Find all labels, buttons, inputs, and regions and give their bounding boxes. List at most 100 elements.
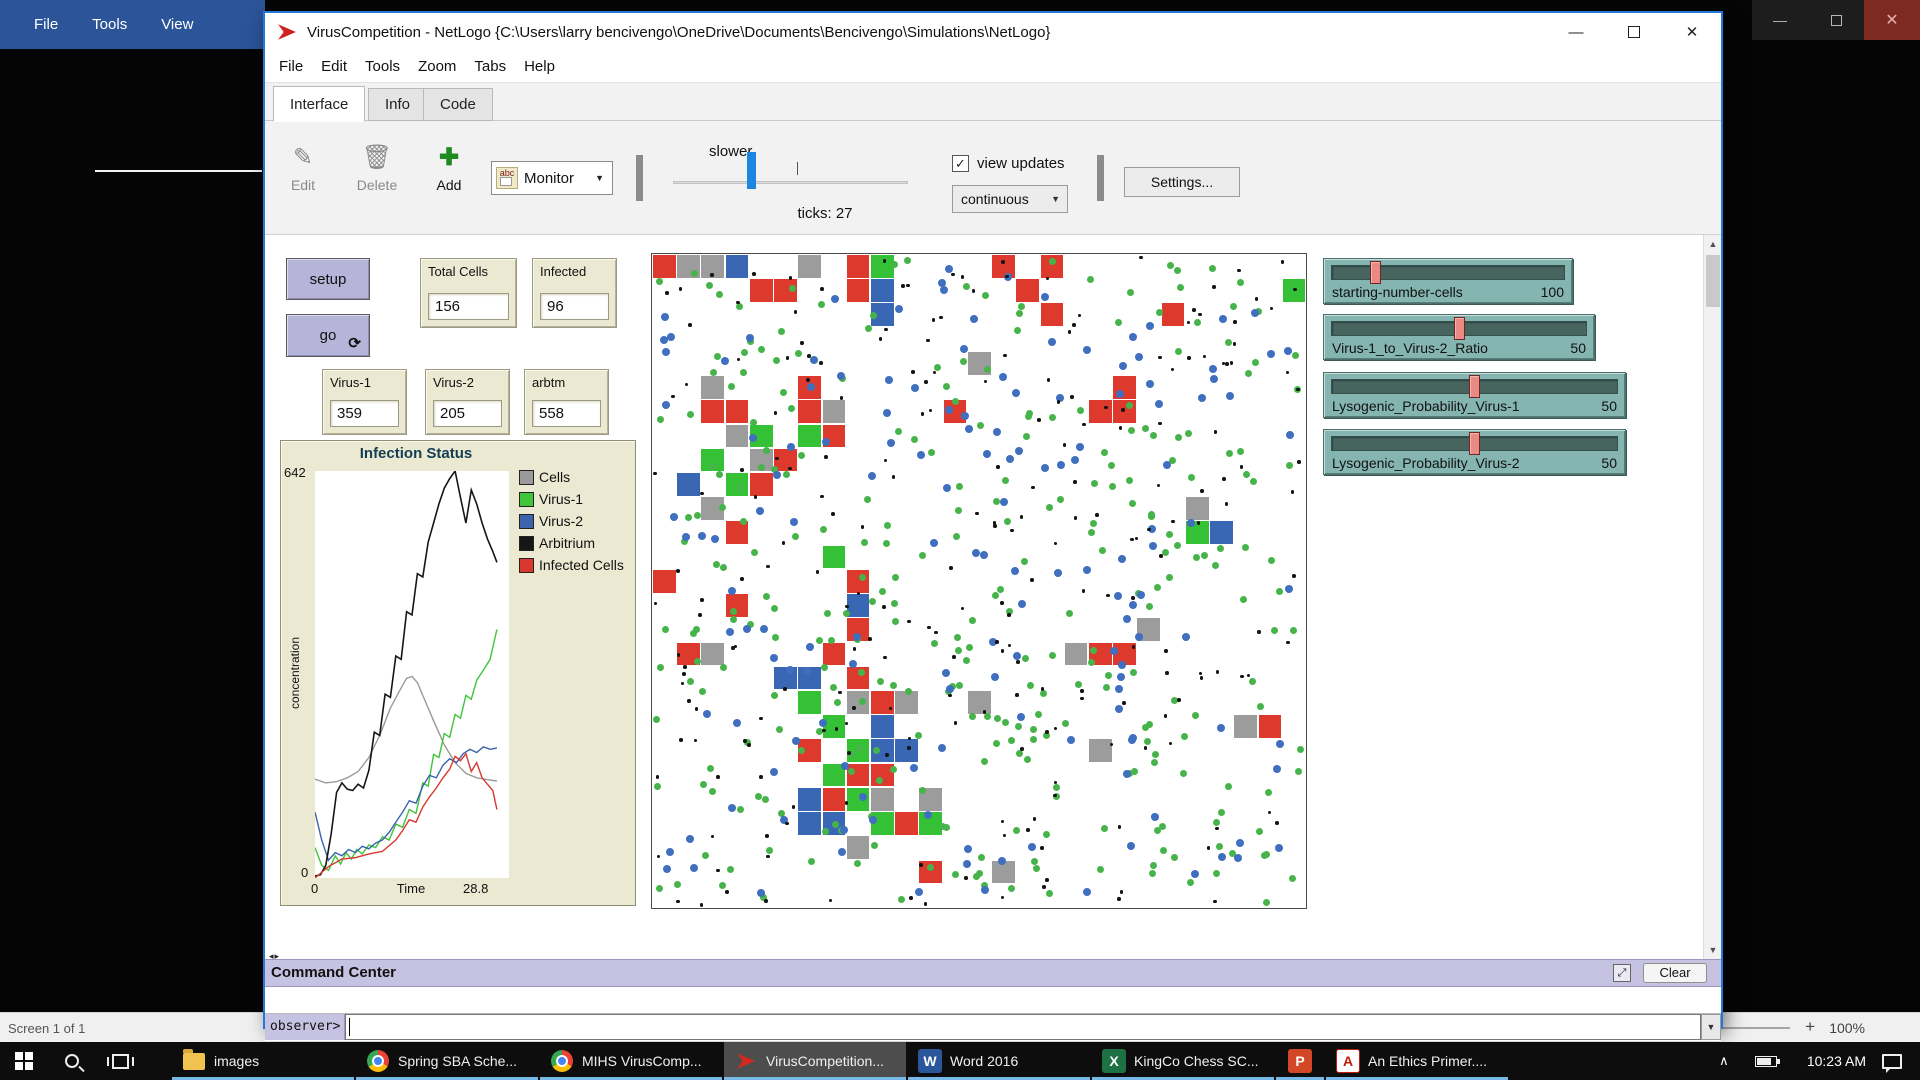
green-agent-dot: [1218, 809, 1225, 816]
blue-agent-dot: [1267, 350, 1275, 358]
background-menu-tools[interactable]: Tools: [92, 16, 127, 33]
menu-file[interactable]: File: [279, 58, 303, 75]
green-agent-dot: [981, 758, 988, 765]
scroll-up-arrow[interactable]: ▲: [1704, 235, 1722, 253]
taskbar-app-powerpoint[interactable]: P: [1276, 1042, 1324, 1080]
taskbar-app-mihs-viruscomp[interactable]: MIHS VirusComp...: [540, 1042, 722, 1080]
taskbar-app-spring-sba-sche[interactable]: Spring SBA Sche...: [356, 1042, 538, 1080]
slider-thumb[interactable]: [1370, 261, 1381, 284]
taskbar-app-kingco-chess-sc[interactable]: XKingCo Chess SC...: [1092, 1042, 1274, 1080]
green-agent-dot: [773, 357, 780, 364]
green-agent-dot: [1171, 854, 1178, 861]
slider-thumb[interactable]: [1469, 375, 1480, 398]
patch-square: [726, 400, 749, 423]
slider-lysogenic-probability-virus-2[interactable]: Lysogenic_Probability_Virus-250: [1323, 429, 1626, 475]
scroll-down-arrow[interactable]: ▼: [1704, 941, 1722, 959]
update-mode-dropdown[interactable]: continuous ▼: [952, 185, 1068, 213]
background-maximize-button[interactable]: [1808, 0, 1864, 40]
battery-icon[interactable]: [1755, 1056, 1777, 1067]
black-agent-dot: [679, 287, 683, 291]
black-agent-dot: [1026, 828, 1030, 832]
blue-agent-dot: [743, 625, 751, 633]
tab-interface[interactable]: Interface: [273, 86, 365, 122]
taskbar-app-images[interactable]: images: [172, 1042, 354, 1080]
black-agent-dot: [1177, 698, 1181, 702]
background-menu-file[interactable]: File: [34, 16, 58, 33]
menu-help[interactable]: Help: [524, 58, 555, 75]
taskbar-clock[interactable]: 10:23 AM: [1807, 1053, 1866, 1069]
command-input[interactable]: [345, 1014, 1701, 1040]
blue-agent-dot: [1117, 673, 1125, 681]
slider-thumb[interactable]: [1469, 432, 1480, 455]
black-agent-dot: [1158, 356, 1162, 360]
titlebar[interactable]: VirusCompetition - NetLogo {C:\Users\lar…: [265, 13, 1721, 51]
green-agent-dot: [1031, 858, 1038, 865]
menu-zoom[interactable]: Zoom: [418, 58, 456, 75]
minimize-button[interactable]: —: [1547, 13, 1605, 51]
widget-type-dropdown[interactable]: abc Monitor ▼: [491, 161, 613, 195]
plus-icon: ✚: [417, 143, 481, 173]
blue-agent-dot: [786, 666, 794, 674]
tab-code[interactable]: Code: [423, 88, 493, 121]
scrollbar-thumb[interactable]: [1706, 255, 1720, 307]
taskbar-app-an-ethics-primer[interactable]: AAn Ethics Primer....: [1326, 1042, 1508, 1080]
green-agent-dot: [1049, 652, 1056, 659]
tray-expand-chevron-icon[interactable]: ∧: [1707, 1053, 1741, 1069]
menu-tools[interactable]: Tools: [365, 58, 400, 75]
vertical-scrollbar[interactable]: ▲ ▼: [1703, 235, 1721, 959]
task-view-button[interactable]: [96, 1042, 144, 1080]
green-agent-dot: [969, 617, 976, 624]
speed-slider-thumb[interactable]: [747, 152, 756, 189]
world-view: [651, 253, 1307, 909]
taskbar-app-viruscompetition[interactable]: VirusCompetition...: [724, 1042, 906, 1080]
background-minimize-button[interactable]: —: [1752, 0, 1808, 40]
popout-icon[interactable]: ⤢: [1613, 964, 1631, 982]
legend-swatch: [519, 470, 534, 485]
taskbar-app-word-2016[interactable]: WWord 2016: [908, 1042, 1090, 1080]
black-agent-dot: [954, 721, 958, 725]
green-agent-dot: [1129, 500, 1136, 507]
slider-starting-number-cells[interactable]: starting-number-cells100: [1323, 258, 1573, 304]
speed-slider-track[interactable]: [673, 181, 908, 184]
green-agent-dot: [720, 564, 727, 571]
go-button[interactable]: go ⟳: [286, 314, 370, 357]
command-center-header[interactable]: Command Center ⤢ Clear: [265, 960, 1721, 987]
maximize-button[interactable]: [1605, 13, 1663, 51]
blue-agent-dot: [1226, 392, 1234, 400]
close-button[interactable]: ✕: [1663, 13, 1721, 51]
black-agent-dot: [1073, 480, 1077, 484]
edit-widget-button[interactable]: ✎ Edit: [271, 143, 335, 193]
search-button[interactable]: [48, 1042, 96, 1080]
slider-thumb[interactable]: [1454, 317, 1465, 340]
background-close-button[interactable]: ✕: [1864, 0, 1920, 40]
menu-tabs[interactable]: Tabs: [474, 58, 506, 75]
green-agent-dot: [1188, 474, 1195, 481]
black-agent-dot: [1225, 362, 1229, 366]
notification-center-icon[interactable]: [1882, 1054, 1902, 1069]
blue-agent-dot: [1028, 843, 1036, 851]
green-agent-dot: [772, 634, 779, 641]
green-agent-dot: [1295, 768, 1302, 775]
settings-button[interactable]: Settings...: [1124, 167, 1240, 197]
delete-widget-button[interactable]: 🗑 Delete: [345, 143, 409, 193]
horizontal-scroll-arrows[interactable]: ◂▸: [269, 951, 280, 959]
slider-lysogenic-probability-virus-1[interactable]: Lysogenic_Probability_Virus-150: [1323, 372, 1626, 418]
blue-agent-dot: [972, 549, 980, 557]
patch-square: [726, 521, 749, 544]
background-menu-view[interactable]: View: [161, 16, 193, 33]
slider-virus1-to-virus2-ratio[interactable]: Virus-1_to_Virus-2_Ratio50: [1323, 314, 1595, 360]
black-agent-dot: [829, 899, 833, 903]
green-agent-dot: [720, 664, 727, 671]
menu-edit[interactable]: Edit: [321, 58, 347, 75]
black-agent-dot: [1119, 426, 1123, 430]
start-button[interactable]: [0, 1042, 48, 1080]
view-updates-checkbox[interactable]: ✓: [952, 155, 969, 172]
history-dropdown-button[interactable]: ▼: [1701, 1014, 1721, 1040]
tab-info[interactable]: Info: [368, 88, 427, 121]
clear-button[interactable]: Clear: [1643, 963, 1707, 983]
setup-button[interactable]: setup: [286, 258, 370, 300]
taskbar-app-label: MIHS VirusComp...: [582, 1053, 702, 1069]
zoom-in-button[interactable]: +: [1805, 1017, 1815, 1037]
slider-track[interactable]: [1331, 265, 1565, 280]
add-widget-button[interactable]: ✚ Add: [417, 143, 481, 193]
